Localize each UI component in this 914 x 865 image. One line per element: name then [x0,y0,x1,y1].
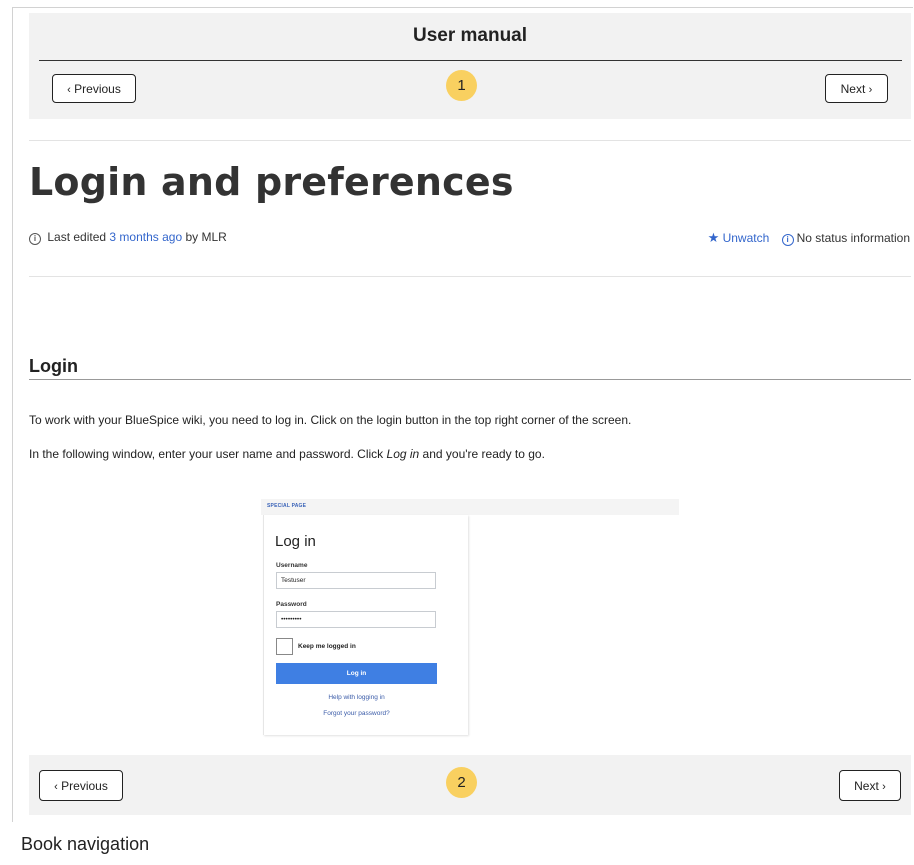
paragraph-1: To work with your BlueSpice wiki, you ne… [29,413,632,427]
keep-logged-in-label: Keep me logged in [298,643,356,650]
paragraph-2: In the following window, enter your user… [29,447,545,461]
next-button-top[interactable]: Next › [825,74,888,103]
divider [29,140,911,141]
chevron-left-icon: ‹ [54,781,58,793]
unwatch-label: Unwatch [722,231,770,245]
divider [29,276,911,277]
previous-button-top[interactable]: ‹ Previous [52,74,136,103]
next-label: Next [854,779,879,793]
login-screenshot-image: SPECIAL PAGE Log in Username Testuser Pa… [261,499,679,737]
next-label: Next [840,82,866,96]
chevron-right-icon: › [868,84,873,96]
login-panel: Log in Username Testuser Password ••••••… [263,515,468,735]
star-icon: ★ [707,230,720,245]
chevron-right-icon: › [882,781,886,793]
previous-label: Previous [74,82,121,96]
image-caption: Book navigation [21,834,150,854]
page-title: Login and preferences [29,160,514,204]
info-icon: i [29,233,41,245]
by-text: by [185,230,199,244]
status-info-icon: i [781,234,794,246]
book-title-divider [39,60,902,61]
previous-label: Previous [61,779,108,793]
paragraph-2-emphasis: Log in [386,447,420,461]
keep-logged-in-checkbox [276,638,293,655]
page-meta: i Last edited 3 months ago by MLR [29,230,227,245]
page-actions: ★ Unwatch i No status information [708,230,910,246]
book-title: User manual [412,25,528,46]
chevron-left-icon: ‹ [67,84,71,96]
book-navigation-bottom: ‹ Previous 2 Next › [29,755,911,815]
unwatch-link[interactable]: ★ Unwatch [707,230,773,245]
status-info[interactable]: i No status information [773,231,910,246]
username-field: Testuser [276,572,436,589]
forgot-password-link: Forgot your password? [323,710,390,717]
next-button-bottom[interactable]: Next › [839,770,901,801]
password-label: Password [276,601,307,608]
book-navigation-top: User manual ‹ Previous 1 Next › [29,13,911,119]
login-title: Log in [275,533,316,550]
section-divider [29,379,911,380]
section-heading-login: Login [29,356,78,376]
last-edited-link[interactable]: 3 months ago [109,230,182,244]
callout-badge-2: 2 [446,767,477,798]
last-edited-prefix: Last edited [47,230,107,244]
callout-badge-1: 1 [446,70,477,101]
help-login-link: Help with logging in [328,694,385,701]
special-page-bar: SPECIAL PAGE [261,499,679,515]
paragraph-2-text-a: In the following window, enter your user… [29,447,387,461]
paragraph-2-text-b: and you're ready to go. [419,447,545,461]
previous-button-bottom[interactable]: ‹ Previous [39,770,123,801]
author-name[interactable]: MLR [202,230,227,244]
status-label: No status information [796,231,910,245]
special-page-label: SPECIAL PAGE [267,503,307,509]
login-button: Log in [276,663,437,684]
username-label: Username [276,562,308,569]
password-field: ••••••••• [276,611,436,628]
